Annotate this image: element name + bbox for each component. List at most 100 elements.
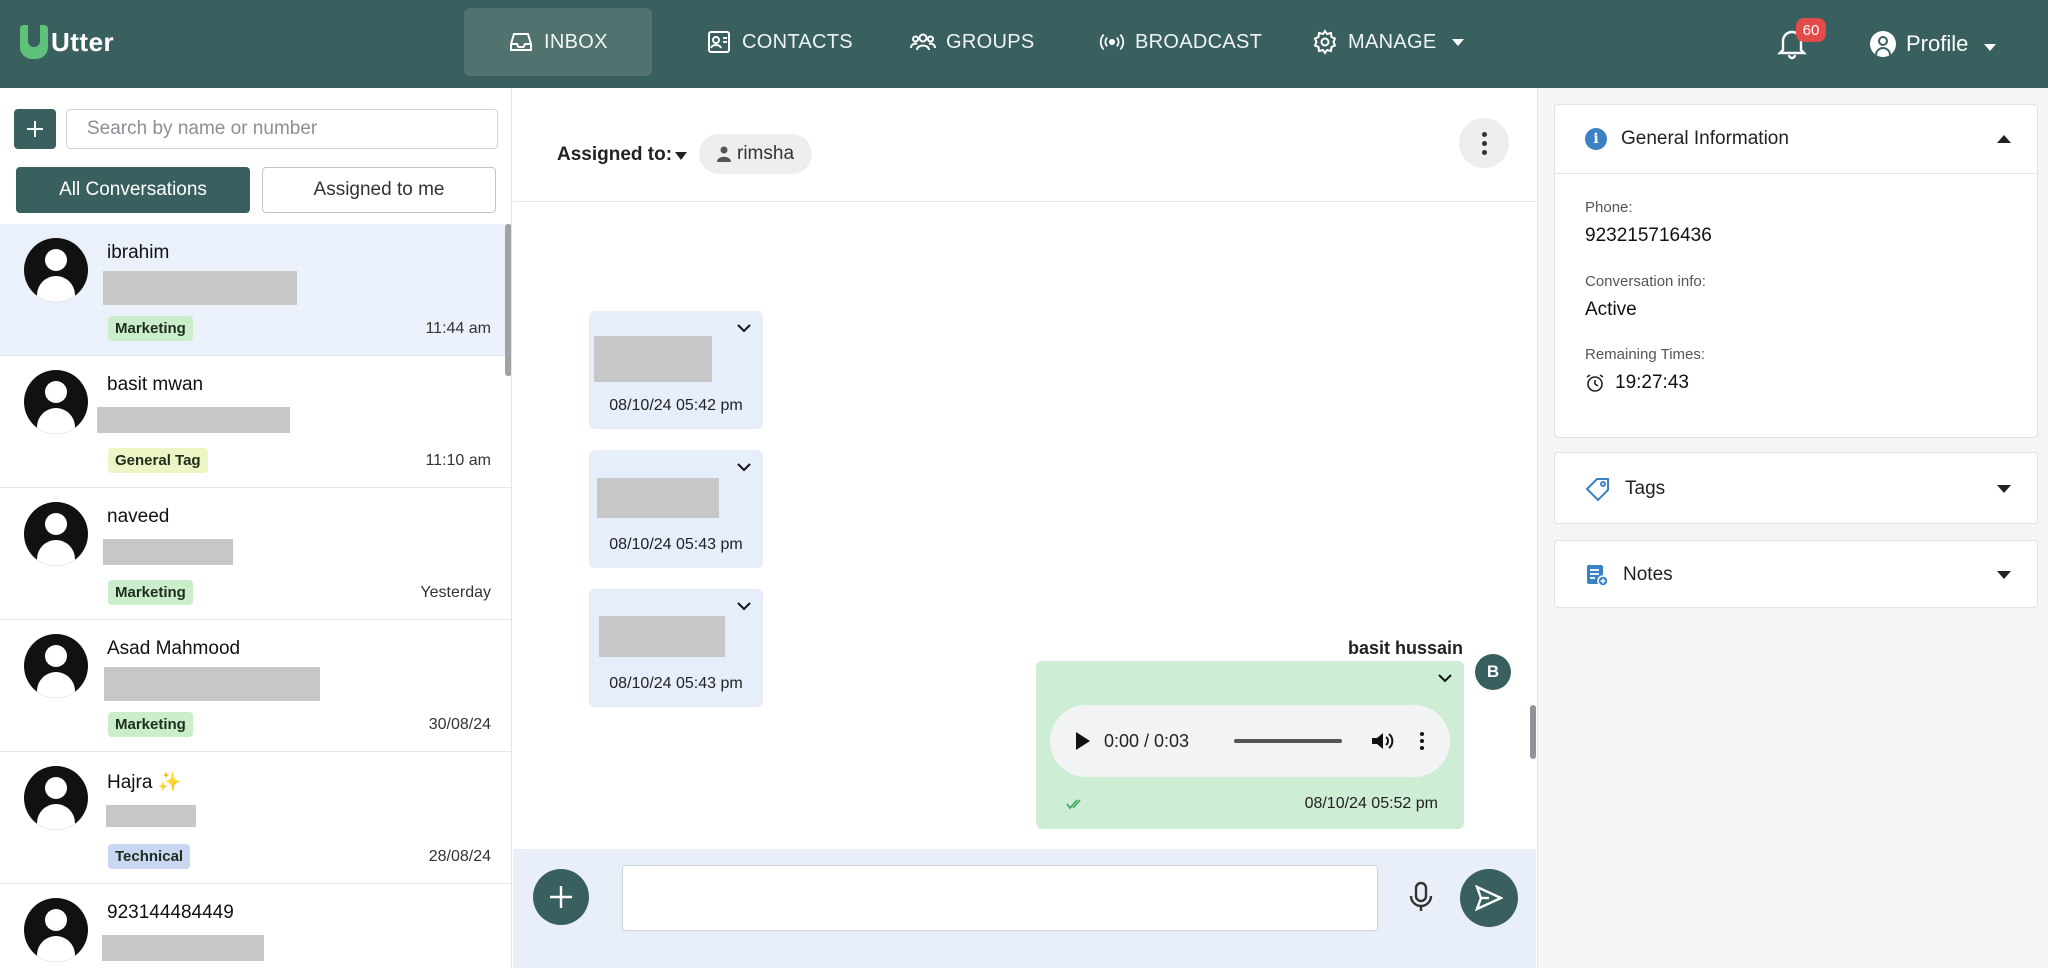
nav-manage[interactable]: MANAGE [1312, 8, 1465, 76]
incoming-message[interactable]: 08/10/24 05:43 pm [589, 450, 763, 568]
dot [1420, 732, 1424, 736]
microphone-icon[interactable] [1407, 881, 1435, 913]
conversation-info-label: Conversation info: [1585, 273, 1706, 290]
phone-label: Phone: [1585, 199, 1633, 216]
nav-contacts[interactable]: CONTACTS [706, 8, 853, 76]
message-preview [103, 539, 233, 565]
message-preview [97, 407, 290, 433]
conversation-info-value: Active [1585, 299, 1637, 320]
assignee-name: rimsha [737, 143, 795, 164]
nav-inbox-label: INBOX [544, 30, 608, 53]
top-navbar: Utter INBOX CONTACTS GROUPS BROADCAST MA… [0, 0, 2048, 88]
chevron-down-icon [1452, 38, 1465, 46]
nav-groups-label: GROUPS [946, 30, 1035, 53]
conversation-item[interactable]: 923144484449 [0, 884, 511, 968]
chevron-down-icon[interactable] [737, 323, 751, 333]
contact-details-panel: i General Information Phone: 92321571643… [1537, 88, 2048, 968]
general-information-card: i General Information Phone: 92321571643… [1554, 104, 2039, 438]
profile-label: Profile [1906, 31, 1969, 56]
sidebar-scrollbar[interactable] [505, 224, 511, 376]
conversation-item[interactable]: Hajra ✨ Technical 28/08/24 [0, 752, 511, 884]
new-conversation-button[interactable] [14, 109, 56, 149]
divider [1555, 173, 2039, 174]
avatar: B [1475, 654, 1511, 690]
chat-header: Assigned to: rimsha [513, 88, 1536, 202]
nav-manage-label: MANAGE [1348, 30, 1437, 53]
tag-badge: Marketing [108, 316, 193, 341]
remaining-times-text: 19:27:43 [1615, 372, 1689, 393]
app-name: Utter [51, 26, 115, 57]
tag-badge: Marketing [108, 580, 193, 605]
message-media [594, 336, 712, 382]
notes-icon [1587, 565, 1609, 587]
dot [1420, 739, 1424, 743]
outgoing-message[interactable]: 0:00 / 0:03 08/10/24 05:52 pm [1036, 661, 1464, 829]
nav-groups[interactable]: GROUPS [910, 8, 1034, 76]
conversation-time: 28/08/24 [428, 848, 491, 865]
tag-icon [1585, 478, 1609, 502]
attach-button[interactable] [533, 869, 589, 925]
volume-icon[interactable] [1370, 730, 1394, 752]
user-icon [1870, 31, 1896, 57]
plus-icon [550, 886, 572, 908]
notes-card: Notes [1554, 540, 2038, 608]
dot [1420, 746, 1424, 750]
nav-broadcast[interactable]: BROADCAST [1099, 8, 1262, 76]
chevron-down-icon[interactable] [1438, 673, 1452, 683]
play-icon[interactable] [1076, 732, 1090, 750]
send-button[interactable] [1460, 869, 1518, 927]
dot [1481, 149, 1487, 155]
notification-badge: 60 [1796, 18, 1826, 42]
message-media [599, 616, 725, 657]
tag-badge: Technical [108, 844, 191, 869]
message-preview [106, 805, 196, 827]
nav-inbox[interactable]: INBOX [464, 8, 652, 76]
tag-badge: Marketing [108, 712, 193, 737]
incoming-message[interactable]: 08/10/24 05:42 pm [589, 311, 763, 429]
app-logo[interactable]: Utter [20, 24, 114, 60]
incoming-message[interactable]: 08/10/24 05:43 pm [589, 589, 763, 707]
conversation-time: 11:44 am [425, 320, 491, 337]
conversation-item[interactable]: basit mwan General Tag 11:10 am [0, 356, 511, 488]
assignee-chip[interactable]: rimsha [699, 134, 813, 174]
filter-assigned-to-me[interactable]: Assigned to me [262, 167, 496, 213]
chevron-down-icon[interactable] [737, 462, 751, 472]
conversation-time: Yesterday [420, 584, 491, 601]
message-media [597, 478, 719, 518]
filter-all-conversations[interactable]: All Conversations [16, 167, 250, 213]
chevron-down-icon [1997, 571, 2011, 579]
conversation-item[interactable]: ibrahim Marketing 11:44 am [0, 224, 511, 356]
conversation-item[interactable]: naveed Marketing Yesterday [0, 488, 511, 620]
audio-options-icon[interactable] [1420, 732, 1424, 750]
search-input[interactable] [66, 109, 498, 149]
thread-scrollbar[interactable] [1530, 705, 1536, 759]
message-preview [102, 935, 264, 961]
remaining-times-value: 19:27:43 [1585, 372, 1689, 394]
contact-name: basit mwan [107, 374, 204, 395]
dot [1481, 140, 1487, 146]
general-information-header[interactable]: i General Information [1555, 105, 2039, 173]
chevron-down-icon[interactable] [737, 601, 751, 611]
message-thread: 08/10/24 05:42 pm 08/10/24 05:43 pm 08/1… [513, 203, 1536, 848]
inbox-icon [510, 33, 532, 51]
message-input[interactable] [622, 865, 1378, 931]
avatar [24, 634, 88, 698]
notes-header[interactable]: Notes [1555, 541, 2039, 609]
conversation-item[interactable]: Asad Mahmood Marketing 30/08/24 [0, 620, 511, 752]
message-timestamp: 08/10/24 05:52 pm [1304, 795, 1438, 812]
avatar [24, 898, 88, 962]
chevron-up-icon [1997, 135, 2011, 143]
audio-progress-slider[interactable] [1234, 739, 1342, 743]
assign-dropdown-icon[interactable] [675, 152, 687, 160]
contacts-icon [708, 31, 730, 53]
chat-options-button[interactable] [1459, 118, 1509, 168]
conversation-time: 30/08/24 [428, 716, 491, 733]
message-preview [103, 271, 297, 305]
profile-menu[interactable]: Profile [1870, 26, 1997, 62]
audio-time: 0:00 / 0:03 [1104, 730, 1190, 751]
groups-icon [910, 33, 936, 51]
tags-header[interactable]: Tags [1555, 453, 2039, 525]
phone-value: 923215716436 [1585, 225, 1712, 246]
logo-mark-icon [20, 25, 48, 59]
send-icon [1475, 885, 1503, 911]
